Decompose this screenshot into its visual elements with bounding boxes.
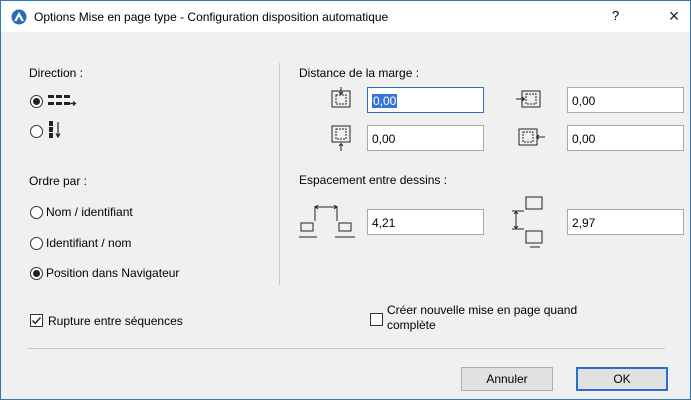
order-name-id-label[interactable]: Nom / identifiant [46,205,133,219]
close-icon: × [668,6,680,26]
order-navigator-label[interactable]: Position dans Navigateur [46,266,179,280]
vertical-spacing-input[interactable]: 2,97 [567,209,684,235]
sequence-break-label[interactable]: Rupture entre séquences [48,314,183,328]
order-heading: Ordre par : [29,174,88,188]
margin-top-icon [331,87,351,108]
horizontal-spacing-icon [299,204,355,238]
margin-heading: Distance de la marge : [299,66,420,80]
margin-bottom-icon [331,125,351,151]
ok-button[interactable]: OK [576,367,668,391]
help-button[interactable]: ? [612,8,619,23]
order-id-name-radio[interactable] [30,237,43,250]
direction-horizontal-radio[interactable] [30,95,43,108]
margin-top-value: 0,00 [372,94,398,108]
title-bar[interactable]: Options Mise en page type - Configuratio… [1,1,690,32]
new-layout-label-line1[interactable]: Créer nouvelle mise en page quand [387,303,577,317]
checkmark-icon [32,317,42,325]
archicad-app-icon [11,9,27,25]
window-title: Options Mise en page type - Configuratio… [34,10,389,24]
horizontal-spacing-value: 4,21 [372,216,396,230]
direction-heading: Direction : [29,66,84,80]
horizontal-divider [28,348,665,349]
cancel-button[interactable]: Annuler [461,367,553,391]
spacing-heading: Espacement entre dessins : [299,173,448,187]
margin-right-icon [518,128,545,146]
new-layout-label-line2[interactable]: complète [387,318,436,332]
dialog-window: Options Mise en page type - Configuratio… [0,0,691,400]
vertical-spacing-value: 2,97 [572,216,596,230]
margin-left-input[interactable]: 0,00 [567,87,684,113]
margin-left-value: 0,00 [572,94,596,108]
margin-right-input[interactable]: 0,00 [567,125,684,151]
order-id-name-label[interactable]: Identifiant / nom [46,236,131,250]
close-button[interactable]: × [661,4,687,28]
horizontal-direction-icon [48,95,77,106]
order-navigator-radio[interactable] [30,267,43,280]
vertical-spacing-icon [512,196,543,248]
sequence-break-checkbox[interactable] [30,314,43,327]
margin-bottom-input[interactable]: 0,00 [367,125,484,151]
new-layout-checkbox[interactable] [370,313,383,326]
direction-vertical-radio[interactable] [30,125,43,138]
margin-top-input[interactable]: 0,00 [367,87,484,113]
margin-bottom-value: 0,00 [372,132,396,146]
margin-right-value: 0,00 [572,132,596,146]
vertical-divider [279,63,280,285]
order-name-id-radio[interactable] [30,206,43,219]
horizontal-spacing-input[interactable]: 4,21 [367,209,484,235]
margin-left-icon [516,90,541,108]
vertical-direction-icon [49,121,61,139]
